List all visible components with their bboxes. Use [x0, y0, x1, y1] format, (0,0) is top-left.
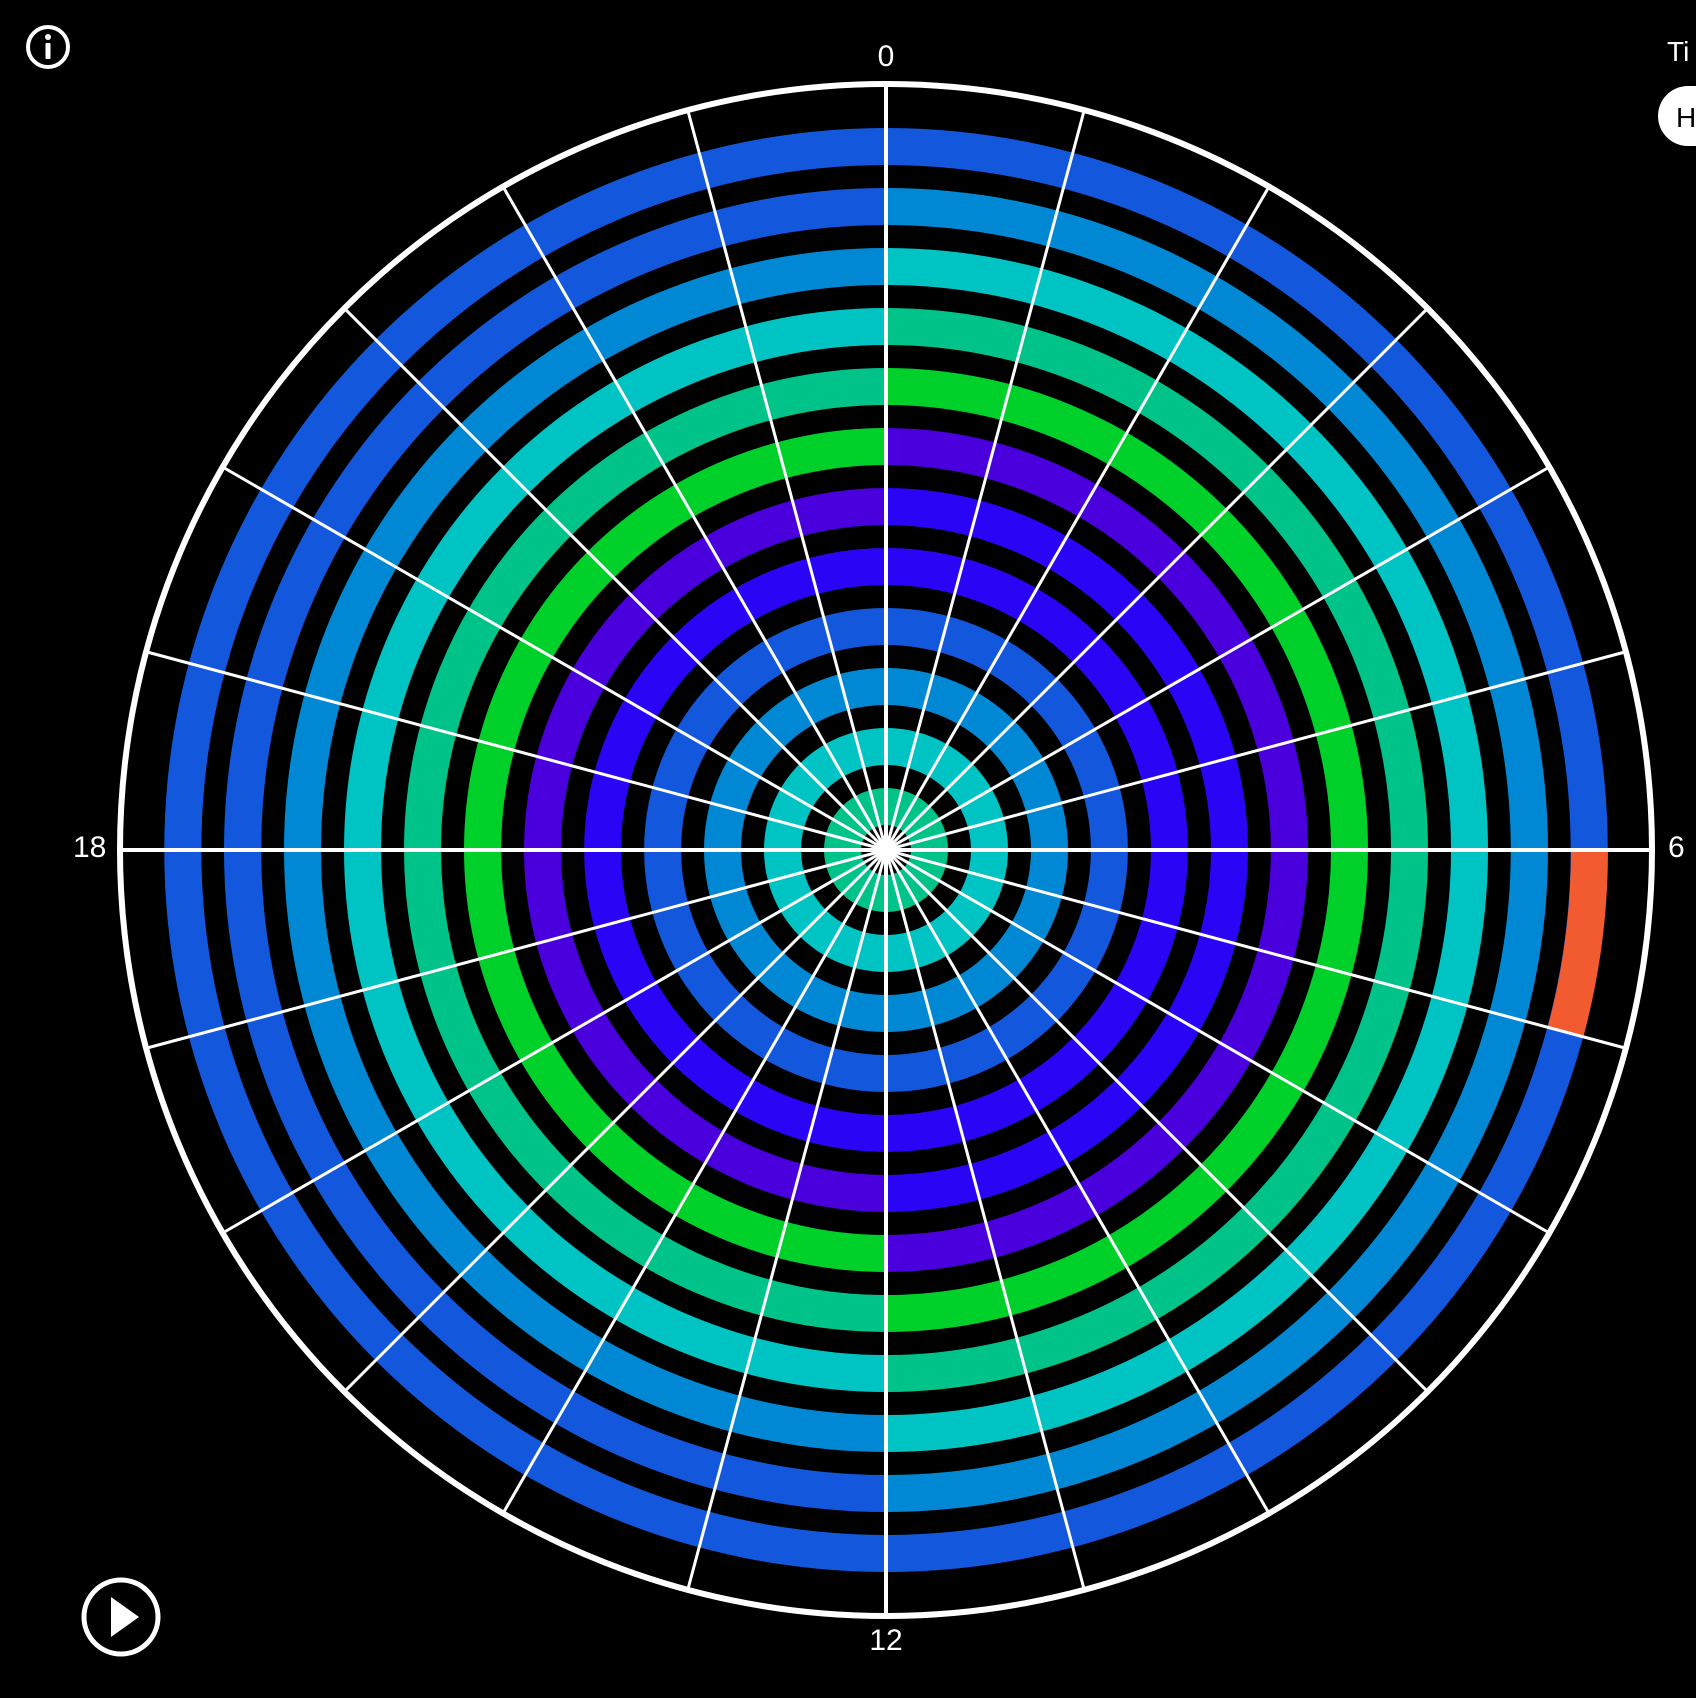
angular-tick-label-right: 6	[1668, 831, 1685, 864]
angular-tick-label-left: 18	[73, 831, 107, 864]
play-icon	[81, 1577, 161, 1657]
highlighted-cell	[1547, 850, 1608, 1037]
corner-toggle-label: H	[1676, 102, 1696, 133]
angular-tick-label-top: 0	[877, 40, 895, 73]
angular-tick-label-bottom: 12	[869, 1624, 903, 1657]
info-button[interactable]	[25, 24, 71, 70]
play-button[interactable]	[80, 1576, 162, 1658]
corner-control-label: Ti	[1667, 36, 1690, 67]
info-icon	[26, 25, 70, 69]
polar-heatmap-chart[interactable]	[0, 0, 1696, 1698]
polar-heatmap-screen: 0 6 12 18 Ti H	[0, 0, 1696, 1698]
